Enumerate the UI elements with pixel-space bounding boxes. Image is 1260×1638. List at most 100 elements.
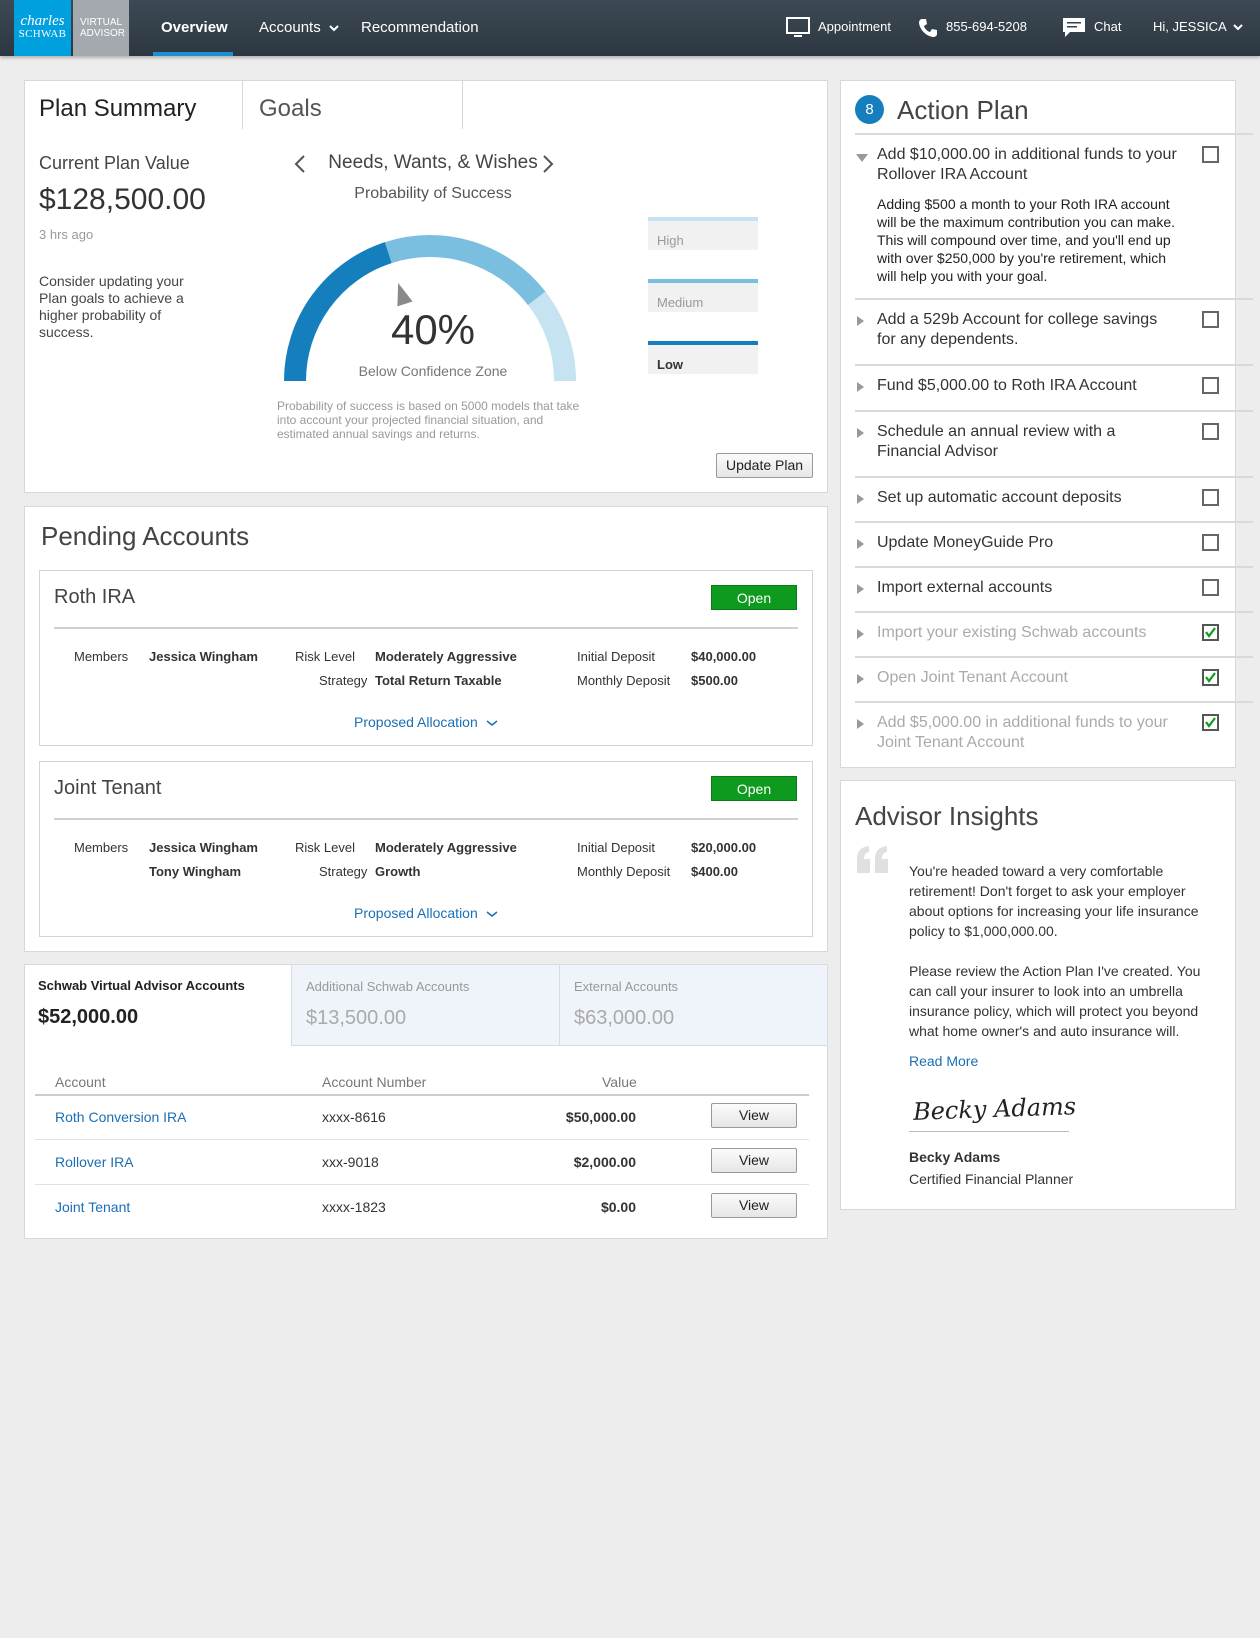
divider (54, 627, 798, 629)
insight-paragraph: You're headed toward a very comfortable … (909, 863, 1199, 939)
tab-external-accounts[interactable]: External Accounts $63,000.00 (559, 964, 828, 1046)
member-name: Jessica Wingham (149, 840, 258, 855)
chevron-left-icon[interactable] (293, 154, 307, 174)
action-item[interactable]: Import external accounts (855, 566, 1253, 612)
table-row: Rollover IRA xxx-9018 $2,000.00 View (35, 1140, 809, 1185)
proposed-allocation-label: Proposed Allocation (354, 905, 478, 921)
monthly-deposit-value: $400.00 (691, 864, 738, 879)
action-checkbox[interactable] (1202, 534, 1219, 551)
probability-disclaimer: Probability of success is based on 5000 … (277, 399, 580, 441)
action-item[interactable]: Add $5,000.00 in additional funds to you… (855, 701, 1253, 761)
pending-account-card: Joint Tenant Open Members Jessica Wingha… (39, 761, 813, 937)
strategy-value: Total Return Taxable (375, 673, 502, 688)
action-item-text: Import your existing Schwab accounts (877, 624, 1147, 641)
action-item-text: Import external accounts (877, 579, 1053, 596)
tab-label: External Accounts (574, 979, 679, 994)
logo-line1: charles (20, 13, 65, 29)
view-button[interactable]: View (711, 1193, 797, 1218)
appointment-link[interactable]: Appointment (786, 0, 891, 56)
action-item[interactable]: Add a 529b Account for college savings f… (855, 298, 1253, 364)
action-item-text: Add $5,000.00 in additional funds to you… (877, 714, 1168, 751)
action-checkbox[interactable] (1202, 579, 1219, 596)
caret-right-icon (857, 539, 864, 549)
user-greeting: Hi, JESSICA (1153, 19, 1226, 34)
level-high: High (648, 217, 758, 250)
column-header-account: Account (55, 1074, 106, 1090)
proposed-allocation-link[interactable]: Proposed Allocation (354, 905, 498, 921)
checkmark-icon (1205, 717, 1216, 728)
action-item[interactable]: Import your existing Schwab accounts (855, 611, 1253, 657)
phone-number: 855-694-5208 (946, 19, 1027, 34)
table-row: Joint Tenant xxxx-1823 $0.00 View (35, 1185, 809, 1230)
tab-plan-summary[interactable]: Plan Summary (25, 81, 243, 129)
phone-icon (919, 18, 937, 37)
chat-link[interactable]: Chat (1062, 0, 1121, 56)
account-link[interactable]: Joint Tenant (55, 1199, 130, 1215)
action-checkbox-checked[interactable] (1202, 714, 1219, 731)
action-item[interactable]: Set up automatic account deposits (855, 476, 1253, 522)
logo-sub1: VIRTUAL (80, 17, 123, 28)
tab-additional-schwab-accounts[interactable]: Additional Schwab Accounts $13,500.00 (291, 964, 560, 1046)
chevron-down-icon (329, 25, 339, 32)
action-checkbox-checked[interactable] (1202, 669, 1219, 686)
phone-link[interactable]: 855-694-5208 (918, 0, 1027, 56)
action-checkbox-checked[interactable] (1202, 624, 1219, 641)
caret-right-icon (857, 584, 864, 594)
action-item[interactable]: Update MoneyGuide Pro (855, 521, 1253, 567)
chevron-down-icon (486, 911, 498, 917)
open-account-button[interactable]: Open (711, 776, 797, 801)
initial-deposit-label: Initial Deposit (577, 649, 656, 664)
account-number: xxx-9018 (322, 1154, 379, 1170)
account-number: xxxx-8616 (322, 1109, 386, 1125)
caret-down-icon (856, 154, 868, 162)
monitor-icon (786, 16, 810, 37)
tab-virtual-advisor-accounts[interactable]: Schwab Virtual Advisor Accounts $52,000.… (25, 965, 291, 1047)
action-checkbox[interactable] (1202, 489, 1219, 506)
chevron-down-icon (486, 720, 498, 726)
proposed-allocation-label: Proposed Allocation (354, 714, 478, 730)
plan-advice-text: Consider updating your Plan goals to ach… (39, 273, 184, 340)
action-item[interactable]: Schedule an annual review with a Financi… (855, 410, 1253, 477)
action-item-text: Add a 529b Account for college savings f… (877, 311, 1158, 348)
initial-deposit-label: Initial Deposit (577, 840, 656, 855)
action-checkbox[interactable] (1202, 311, 1219, 328)
action-item[interactable]: Fund $5,000.00 to Roth IRA Account (855, 364, 1253, 411)
quote-icon (857, 846, 888, 873)
probability-value: 40% (390, 306, 476, 353)
action-checkbox[interactable] (1202, 377, 1219, 394)
view-button[interactable]: View (711, 1103, 797, 1128)
pending-account-card: Roth IRA Open Members Jessica Wingham Ri… (39, 570, 813, 746)
caret-right-icon (857, 629, 864, 639)
action-item-text: Add $10,000.00 in additional funds to yo… (877, 146, 1177, 183)
read-more-link[interactable]: Read More (909, 1053, 978, 1069)
active-tab-indicator (153, 52, 233, 56)
view-button[interactable]: View (711, 1148, 797, 1173)
nav-overview[interactable]: Overview (161, 0, 228, 56)
open-account-button[interactable]: Open (711, 585, 797, 610)
top-navigation-bar: charles SCHWAB VIRTUAL ADVISOR Overview … (0, 0, 1260, 56)
gauge-pointer-icon (397, 283, 413, 307)
action-item[interactable]: Add $10,000.00 in additional funds to yo… (855, 133, 1253, 299)
chevron-down-icon (1232, 24, 1243, 31)
user-menu[interactable]: Hi, JESSICA (1153, 0, 1243, 56)
members-label: Members (74, 840, 129, 855)
action-item-text: Update MoneyGuide Pro (877, 534, 1054, 551)
account-link[interactable]: Roth Conversion IRA (55, 1109, 187, 1125)
action-checkbox[interactable] (1202, 423, 1219, 440)
tab-goals[interactable]: Goals (243, 81, 465, 129)
initial-deposit-value: $40,000.00 (691, 649, 757, 664)
action-checkbox[interactable] (1202, 146, 1219, 163)
nav-accounts[interactable]: Accounts (259, 0, 339, 56)
monthly-deposit-value: $500.00 (691, 673, 738, 688)
account-link[interactable]: Rollover IRA (55, 1154, 134, 1170)
nav-recommendation[interactable]: Recommendation (361, 0, 479, 56)
proposed-allocation-link[interactable]: Proposed Allocation (354, 714, 498, 730)
level-low: Low (648, 341, 758, 374)
update-plan-button[interactable]: Update Plan (716, 453, 813, 478)
schwab-logo[interactable]: charles SCHWAB (14, 0, 71, 56)
tab-value: $63,000.00 (574, 1007, 675, 1029)
action-item[interactable]: Open Joint Tenant Account (855, 656, 1253, 702)
chevron-right-icon[interactable] (541, 154, 555, 174)
caret-right-icon (857, 494, 864, 504)
goal-name: Needs, Wants, & Wishes (328, 152, 538, 173)
